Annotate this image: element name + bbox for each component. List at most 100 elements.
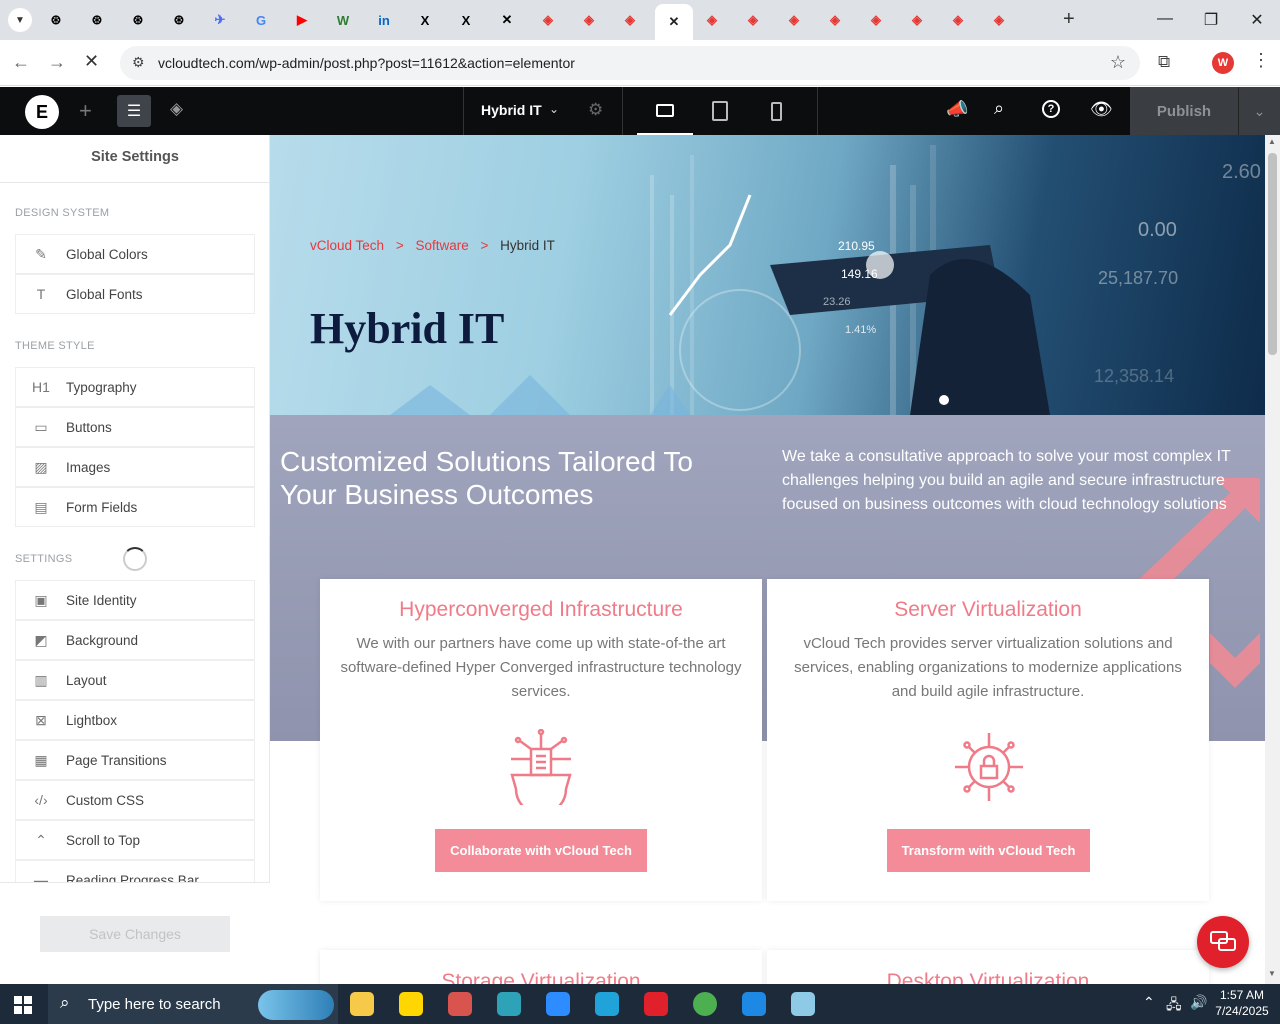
back-icon[interactable]: ←	[12, 52, 30, 73]
transform-button[interactable]: Transform with vCloud Tech	[887, 829, 1090, 872]
taskbar-search-box[interactable]: ⌕ Type here to search	[48, 984, 338, 1024]
notepad-icon[interactable]	[791, 992, 815, 1016]
restore-button[interactable]: ❐	[1196, 10, 1226, 30]
browser-tab[interactable]: ✈	[207, 8, 233, 32]
settings-item-background[interactable]: ◩ Background	[15, 620, 255, 660]
search-icon[interactable]: ⌕	[994, 98, 1004, 119]
settings-item-layout[interactable]: ▥ Layout	[15, 660, 255, 700]
save-changes-button[interactable]: Save Changes	[40, 916, 230, 952]
volume-icon[interactable]: 🔊	[1190, 994, 1207, 1011]
browser-tab[interactable]: ▶	[289, 8, 315, 32]
page-settings-gear-icon[interactable]: ⚙	[588, 100, 603, 120]
active-browser-tab[interactable]: ✕	[655, 4, 693, 40]
edge-icon[interactable]	[595, 992, 619, 1016]
extensions-icon[interactable]: ⧉	[1158, 52, 1170, 72]
publish-options-chevron-icon[interactable]: ⌄	[1238, 87, 1280, 135]
address-bar[interactable]: ⚙ vcloudtech.com/wp-admin/post.php?post=…	[120, 46, 1140, 80]
browser-tab[interactable]: ◈	[822, 8, 848, 32]
vertical-scrollbar[interactable]: ▲ ▼	[1265, 135, 1280, 984]
show-hidden-icons-chevron-icon[interactable]: ⌃	[1143, 994, 1155, 1011]
browser-tab[interactable]: ◈	[699, 8, 725, 32]
settings-item-images[interactable]: ▨ Images	[15, 447, 255, 487]
scroll-thumb[interactable]	[1268, 153, 1277, 355]
service-card-storage-virtualization: Storage Virtualization	[320, 950, 762, 984]
settings-item-site-identity[interactable]: ▣ Site Identity	[15, 580, 255, 620]
browser-tab[interactable]: ◈	[904, 8, 930, 32]
browser-tab[interactable]: ✕	[494, 8, 520, 32]
zoom-icon[interactable]	[546, 992, 570, 1016]
collaborate-button[interactable]: Collaborate with vCloud Tech	[435, 829, 647, 872]
minimize-button[interactable]: —	[1150, 10, 1180, 28]
desktop-view-icon[interactable]	[637, 87, 693, 135]
structure-icon[interactable]: ◈	[170, 99, 183, 119]
page-switcher[interactable]: Hybrid IT ⌄ ⚙	[463, 87, 623, 135]
bird-icon: ✈	[214, 12, 226, 27]
settings-item-global-fonts[interactable]: T Global Fonts	[15, 274, 255, 314]
browser-tab[interactable]: ◈	[617, 8, 643, 32]
chrome-icon[interactable]	[693, 992, 717, 1016]
app-icon[interactable]	[497, 992, 521, 1016]
help-icon[interactable]: ?	[1042, 100, 1060, 118]
preview-eye-icon[interactable]: 👁	[1090, 99, 1113, 120]
opera-icon[interactable]	[644, 992, 668, 1016]
breadcrumb-link-software[interactable]: Software	[415, 238, 468, 253]
sticky-notes-icon[interactable]	[399, 992, 423, 1016]
chevron-down-icon: ⌄	[549, 102, 560, 116]
mobile-view-icon[interactable]	[771, 102, 782, 121]
browser-tab[interactable]: ◈	[863, 8, 889, 32]
stop-loading-icon[interactable]: ✕	[84, 51, 99, 72]
vscode-icon[interactable]	[742, 992, 766, 1016]
browser-tab[interactable]: ◈	[535, 8, 561, 32]
app-icon[interactable]	[448, 992, 472, 1016]
settings-item-typography[interactable]: H1 Typography	[15, 367, 255, 407]
clock[interactable]: 1:57 AM 7/24/2025	[1212, 987, 1272, 1019]
browser-tab[interactable]: ◈	[740, 8, 766, 32]
new-tab-button[interactable]: +	[1063, 8, 1075, 31]
profile-avatar[interactable]: W	[1212, 52, 1234, 74]
windows-start-icon[interactable]	[14, 996, 32, 1014]
brush-icon: ✎	[35, 245, 47, 262]
browser-menu-icon[interactable]: ⋮	[1252, 50, 1270, 71]
forward-icon[interactable]: →	[48, 52, 66, 73]
notifications-icon[interactable]: 📣	[946, 99, 968, 120]
browser-tab[interactable]: X	[412, 8, 438, 32]
browser-tab[interactable]: G	[248, 8, 274, 32]
browser-tab[interactable]: ⊛	[125, 8, 151, 32]
hero-number-5: 0.00	[1138, 219, 1177, 241]
settings-item-buttons[interactable]: ▭ Buttons	[15, 407, 255, 447]
browser-tab[interactable]: X	[453, 8, 479, 32]
browser-tab[interactable]: ◈	[781, 8, 807, 32]
browser-tab[interactable]: ⊛	[84, 8, 110, 32]
browser-tab[interactable]: ◈	[945, 8, 971, 32]
browser-tab[interactable]: ◈	[986, 8, 1012, 32]
publish-button[interactable]: Publish	[1130, 87, 1238, 135]
chat-button[interactable]	[1197, 916, 1249, 968]
settings-item-scroll-to-top[interactable]: ⌃ Scroll to Top	[15, 820, 255, 860]
tablet-view-icon[interactable]	[712, 101, 728, 121]
browser-tab[interactable]: ⊛	[166, 8, 192, 32]
tab-search-button[interactable]: ▼	[8, 8, 32, 32]
browser-tab[interactable]: W	[330, 8, 356, 32]
elementor-logo-icon[interactable]: E	[25, 95, 59, 129]
browser-tab[interactable]: ⊛	[43, 8, 69, 32]
browser-tab[interactable]: ◈	[576, 8, 602, 32]
close-tab-icon[interactable]: ✕	[669, 14, 680, 30]
elementor-red-icon: ◈	[543, 12, 553, 27]
settings-item-page-transitions[interactable]: ▦ Page Transitions	[15, 740, 255, 780]
breadcrumb-link-home[interactable]: vCloud Tech	[310, 238, 384, 253]
browser-tab[interactable]: in	[371, 8, 397, 32]
bookmark-star-icon[interactable]: ☆	[1110, 52, 1126, 73]
settings-item-lightbox[interactable]: ⊠ Lightbox	[15, 700, 255, 740]
add-element-icon[interactable]: +	[79, 98, 92, 124]
settings-item-form-fields[interactable]: ▤ Form Fields	[15, 487, 255, 527]
settings-item-global-colors[interactable]: ✎ Global Colors	[15, 234, 255, 274]
close-window-button[interactable]: ✕	[1242, 10, 1272, 30]
settings-item-custom-css[interactable]: ‹/› Custom CSS	[15, 780, 255, 820]
settings-item-label: Images	[66, 459, 111, 475]
file-explorer-icon[interactable]	[350, 992, 374, 1016]
network-icon[interactable]: 🖧	[1166, 994, 1182, 1018]
scroll-up-arrow-icon[interactable]: ▲	[1268, 137, 1276, 146]
scroll-down-arrow-icon[interactable]: ▼	[1268, 969, 1276, 978]
site-info-icon[interactable]: ⚙	[132, 54, 145, 71]
site-settings-icon[interactable]: ☰	[117, 95, 151, 127]
